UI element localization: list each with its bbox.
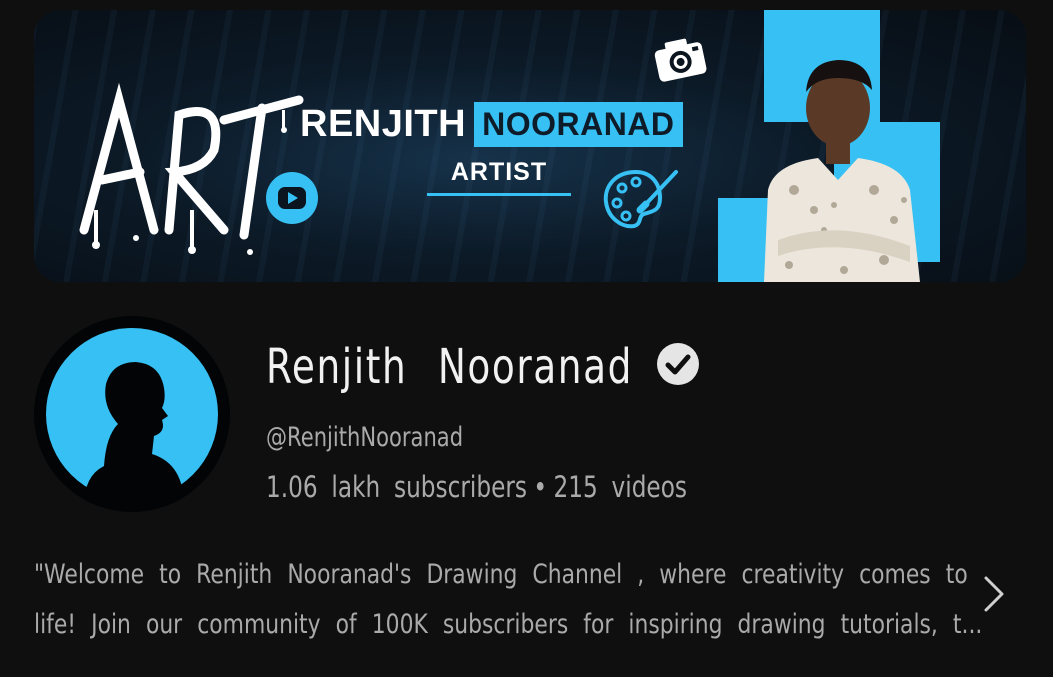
description-line-1: "Welcome to Renjith Nooranad's Drawing C… — [34, 559, 968, 590]
channel-handle: @RenjithNooranad — [266, 422, 464, 453]
art-logo — [79, 82, 304, 255]
camera-icon — [654, 38, 707, 82]
palette-icon — [603, 169, 678, 229]
description-line-2: life! Join our community of 100K subscri… — [34, 609, 983, 640]
banner-title: RENJITH NOORANAD — [300, 98, 683, 150]
banner-tagline: ARTIST — [427, 158, 571, 196]
stats-separator: • — [533, 470, 548, 504]
banner-name-first: RENJITH — [300, 102, 467, 145]
channel-name[interactable]: Renjith Nooranad — [266, 339, 633, 395]
youtube-icon — [266, 172, 318, 224]
video-count: 215 videos — [553, 470, 687, 504]
avatar-silhouette-image — [46, 328, 218, 506]
channel-banner: RENJITH NOORANAD ARTIST — [34, 10, 1026, 282]
verified-badge-icon — [657, 343, 699, 385]
chevron-right-icon — [984, 576, 1004, 612]
subscriber-count: 1.06 lakh subscribers — [266, 470, 527, 504]
channel-description[interactable]: "Welcome to Renjith Nooranad's Drawing C… — [34, 550, 983, 650]
channel-stats: 1.06 lakh subscribers • 215 videos — [266, 470, 687, 504]
description-expand-button[interactable] — [968, 566, 1018, 622]
banner-person-photo — [764, 60, 920, 282]
channel-avatar[interactable] — [34, 316, 230, 512]
banner-name-second: NOORANAD — [474, 101, 683, 147]
